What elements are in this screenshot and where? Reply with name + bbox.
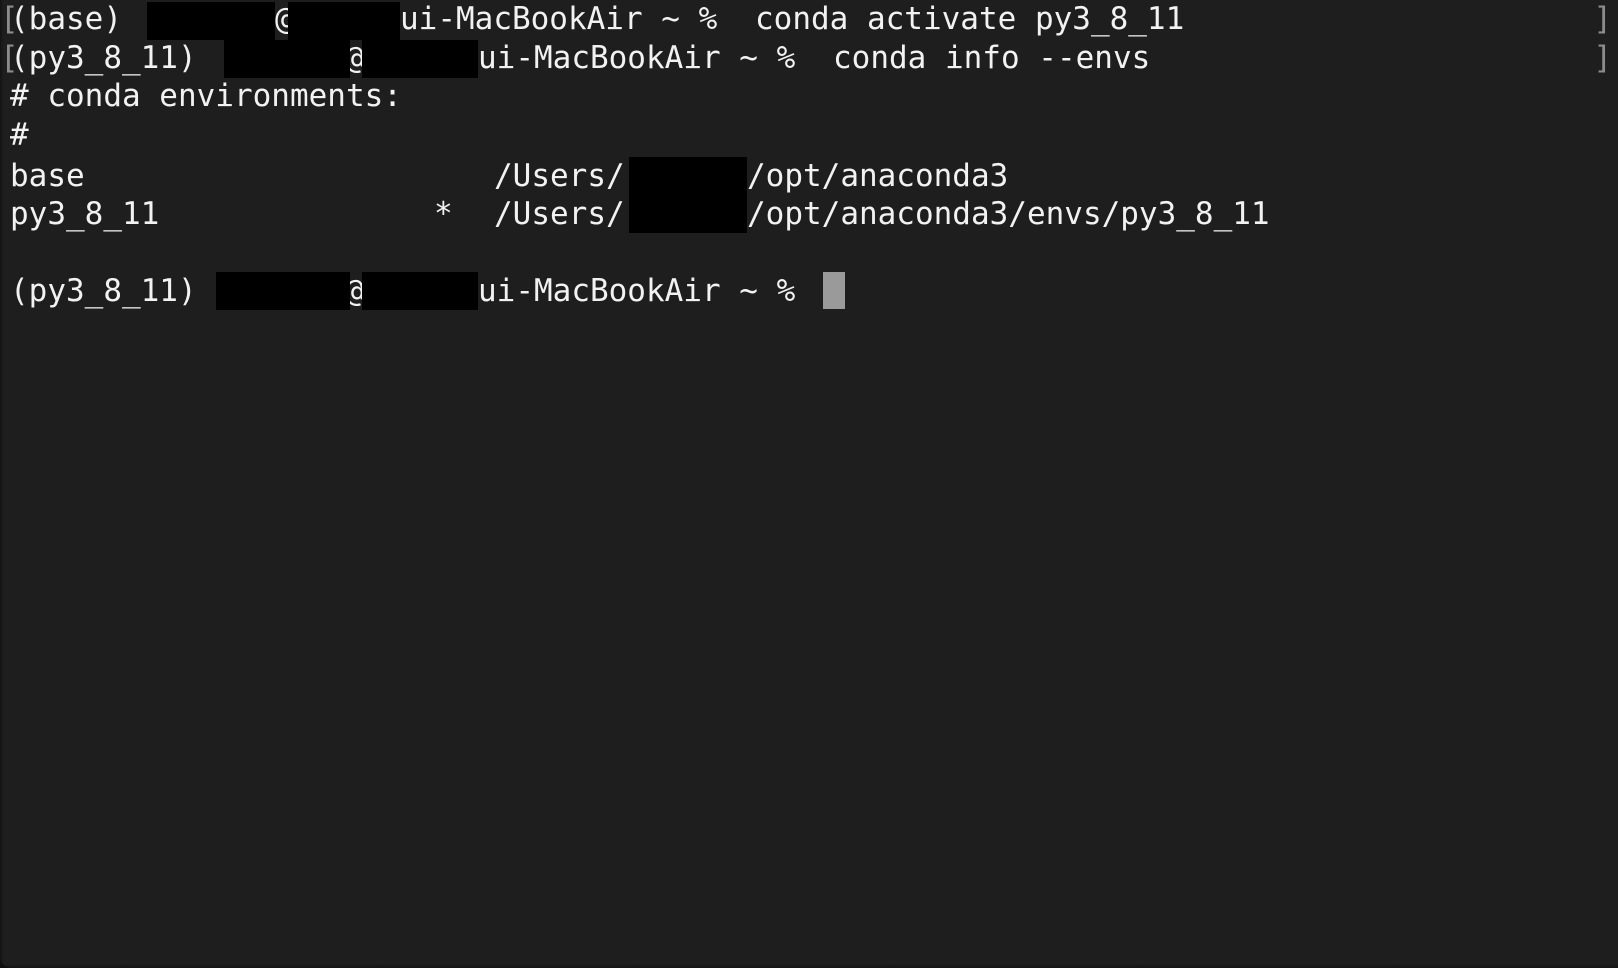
- prompt-mark-right-icon-2: ]: [1593, 39, 1612, 76]
- prompt-mark-right-icon: ]: [1593, 1, 1612, 37]
- env-name-base: base: [10, 158, 85, 194]
- line2-host-tail: ui-MacBookAir ~ %: [478, 39, 814, 76]
- env-name-py3-8-11: py3_8_11: [10, 196, 160, 232]
- env-path-prefix-py3-8-11: /Users/: [494, 196, 625, 232]
- terminal-line-1: [ (base) @ ui-MacBookAir ~ % conda activ…: [0, 0, 1618, 39]
- line2-at-separator: @: [345, 39, 364, 76]
- conda-environments-header: # conda environments:: [10, 78, 402, 114]
- line1-host-tail: ui-MacBookAir ~ %: [400, 1, 736, 37]
- env-path-prefix-base: /Users/: [494, 158, 625, 194]
- line2-prompt-env: (py3_8_11): [10, 39, 216, 76]
- terminal-line-4: #: [0, 116, 1618, 155]
- line1-at-separator: @: [275, 1, 294, 37]
- env-row-base: base /Users/ /opt/anaconda3: [0, 157, 1618, 196]
- line2-command-text: conda info --envs: [833, 39, 1151, 76]
- env-path-suffix-base: /opt/anaconda3: [747, 158, 1009, 194]
- terminal-screen[interactable]: [ (base) @ ui-MacBookAir ~ % conda activ…: [0, 0, 1618, 968]
- current-prompt-line[interactable]: (py3_8_11) @ ui-MacBookAir ~ %: [0, 272, 1618, 311]
- line1-prompt-env: (base): [10, 1, 141, 37]
- line1-command-text: conda activate py3_8_11: [755, 1, 1185, 37]
- env-path-suffix-py3-8-11: /opt/anaconda3/envs/py3_8_11: [747, 196, 1270, 232]
- current-prompt-host-tail: ui-MacBookAir ~ %: [478, 273, 814, 309]
- current-prompt-env: (py3_8_11): [10, 273, 216, 309]
- current-prompt-at-separator: @: [345, 273, 364, 309]
- env-row-py3-8-11: py3_8_11 * /Users/ /opt/anaconda3/envs/p…: [0, 195, 1618, 234]
- env-active-marker-icon: *: [434, 196, 453, 232]
- terminal-window[interactable]: [ (base) @ ui-MacBookAir ~ % conda activ…: [0, 0, 1618, 968]
- text-cursor[interactable]: [823, 272, 845, 309]
- terminal-line-3: # conda environments:: [0, 77, 1618, 116]
- terminal-line-2: [ (py3_8_11) @ ui-MacBookAir ~ % conda i…: [0, 39, 1618, 78]
- conda-environments-comment: #: [10, 116, 29, 153]
